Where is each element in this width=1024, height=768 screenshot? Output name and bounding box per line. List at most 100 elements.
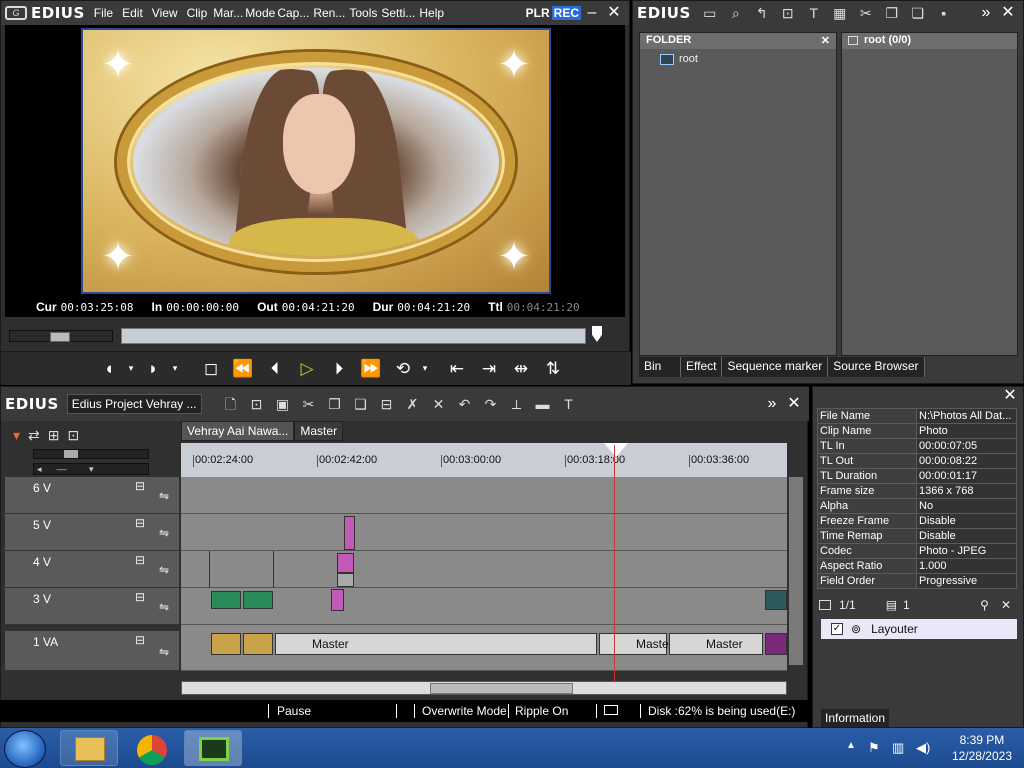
photo-clip[interactable] xyxy=(211,633,241,655)
flag-icon[interactable]: ⚑ xyxy=(868,740,880,756)
timeline-clip[interactable] xyxy=(331,589,344,611)
minimize-button[interactable]: – xyxy=(581,4,603,22)
paste-icon[interactable]: ❏ xyxy=(352,396,370,412)
track-patch-icon[interactable]: ⇋ xyxy=(159,645,169,659)
more-icon[interactable]: » xyxy=(975,4,997,22)
search-icon[interactable]: ⌕ xyxy=(727,5,745,21)
menu-tools[interactable]: Tools xyxy=(349,6,377,20)
paste-icon[interactable]: ❏ xyxy=(909,5,927,21)
folder-icon[interactable]: ▭ xyxy=(701,5,719,21)
track-patch-icon[interactable]: ⇋ xyxy=(159,563,169,577)
position-bar[interactable] xyxy=(121,326,602,344)
timeline-clip[interactable] xyxy=(337,553,354,573)
close-button[interactable]: ✕ xyxy=(603,4,625,22)
undo-icon[interactable]: ↶ xyxy=(456,396,474,412)
tracks-area[interactable]: Master Master Master xyxy=(181,477,787,671)
marker-icon[interactable]: ▬ xyxy=(534,396,552,412)
link-icon[interactable]: ⊞ xyxy=(48,427,60,444)
properties-icon[interactable]: ▪ xyxy=(935,5,953,21)
tab-bin[interactable]: Bin xyxy=(639,357,681,377)
title-icon[interactable]: T xyxy=(805,5,823,21)
step-back-icon[interactable]: ⏴ xyxy=(259,359,291,379)
track-visibility-icon[interactable]: ⊟ xyxy=(135,633,145,647)
timeline-clip[interactable] xyxy=(344,516,355,550)
set-in-icon[interactable]: ◖ xyxy=(93,359,125,379)
cut-icon[interactable]: ✂ xyxy=(300,396,318,412)
monitor-icon[interactable] xyxy=(604,705,618,715)
overwrite-icon[interactable]: ⇥ xyxy=(473,359,505,379)
folder-close-icon[interactable]: ✕ xyxy=(821,34,830,48)
shuttle-slider[interactable] xyxy=(9,330,113,342)
chrome-taskbar-button[interactable] xyxy=(122,730,180,766)
play-icon[interactable]: ▷ xyxy=(291,359,323,379)
track-mode-icon[interactable]: ▾ xyxy=(13,427,20,444)
track-patch-icon[interactable]: ⇋ xyxy=(159,600,169,614)
edius-taskbar-button[interactable] xyxy=(184,730,242,766)
set-in-dropdown-icon[interactable]: ▾ xyxy=(125,363,137,374)
zoom-slider[interactable] xyxy=(33,449,149,459)
taskbar-clock[interactable]: 8:39 PM 12/28/2023 xyxy=(952,732,1012,764)
track-visibility-icon[interactable]: ⊟ xyxy=(135,479,145,493)
menu-view[interactable]: View xyxy=(152,6,178,20)
network-icon[interactable]: ▥ xyxy=(892,740,904,756)
redo-icon[interactable]: ↷ xyxy=(482,396,500,412)
photo-clip[interactable] xyxy=(765,590,787,610)
split-icon[interactable]: ⇹ xyxy=(505,359,537,379)
replace-icon[interactable]: ⇅ xyxy=(537,359,569,379)
layouter-checkbox[interactable]: ✓ xyxy=(831,623,843,635)
volume-icon[interactable]: ◀) xyxy=(916,740,930,756)
scroll-thumb[interactable] xyxy=(430,683,573,694)
menu-help[interactable]: Help xyxy=(419,6,444,20)
photo-clip[interactable] xyxy=(243,633,273,655)
menu-mode[interactable]: Mode xyxy=(245,6,275,20)
cut-icon[interactable]: ✂ xyxy=(857,5,875,21)
track-patch-icon[interactable]: ⇋ xyxy=(159,489,169,503)
track-patch-icon[interactable]: ⇋ xyxy=(159,526,169,540)
menu-edit[interactable]: Edit xyxy=(122,6,143,20)
explorer-taskbar-button[interactable] xyxy=(60,730,118,766)
color-bar-icon[interactable]: ▦ xyxy=(831,5,849,21)
project-name[interactable]: Edius Project Vehray ... xyxy=(66,394,202,414)
start-button[interactable] xyxy=(4,730,46,768)
insert-icon[interactable]: ⇤ xyxy=(441,359,473,379)
new-sequence-icon[interactable]: 🗋 xyxy=(222,396,240,412)
stop-icon[interactable]: ◻ xyxy=(195,359,227,379)
timeline-clip[interactable] xyxy=(337,573,354,587)
add-clip-icon[interactable]: ⊡ xyxy=(779,5,797,21)
layouter-row[interactable]: ✓ ⊚ Layouter xyxy=(821,619,1017,639)
rec-toggle[interactable]: REC xyxy=(551,6,581,20)
track-4v[interactable] xyxy=(181,551,787,588)
delete-icon[interactable]: ✗ xyxy=(404,396,422,412)
status-overwrite[interactable]: Overwrite Mode xyxy=(422,704,507,718)
track-6v[interactable] xyxy=(181,477,787,514)
timeline-close-button[interactable]: ✕ xyxy=(783,395,805,413)
master-clip[interactable]: Master xyxy=(599,633,673,655)
timeline-ruler[interactable]: 00:02:24:00 00:02:42:00 00:03:00:00 00:0… xyxy=(181,443,787,477)
sync-icon[interactable]: ⇄ xyxy=(28,427,40,444)
tray-expand-icon[interactable]: ▲ xyxy=(846,740,856,751)
copy-icon[interactable]: ❐ xyxy=(326,396,344,412)
master-clip[interactable]: Master xyxy=(669,633,763,655)
set-out-dropdown-icon[interactable]: ▾ xyxy=(169,363,181,374)
photo-clip[interactable] xyxy=(211,591,241,609)
menu-settings[interactable]: Setti... xyxy=(381,6,415,20)
tab-source-browser[interactable]: Source Browser xyxy=(828,357,925,377)
up-folder-icon[interactable]: ↰ xyxy=(753,5,771,21)
timeline-vertical-scrollbar[interactable] xyxy=(789,477,803,665)
fast-forward-icon[interactable]: ⏩ xyxy=(355,359,387,379)
menu-clip[interactable]: Clip xyxy=(187,6,208,20)
track-visibility-icon[interactable]: ⊟ xyxy=(135,553,145,567)
loop-dropdown-icon[interactable]: ▾ xyxy=(419,363,431,374)
title-icon[interactable]: T xyxy=(560,396,578,412)
ripple-delete-icon[interactable]: ✕ xyxy=(430,396,448,412)
menu-file[interactable]: File xyxy=(94,6,113,20)
remove-effect-icon[interactable]: ✕ xyxy=(1001,598,1011,612)
loop-icon[interactable]: ⟲ xyxy=(387,359,419,379)
copy-icon[interactable]: ❐ xyxy=(883,5,901,21)
playhead-marker[interactable] xyxy=(592,326,602,342)
split-icon[interactable]: ⟂ xyxy=(508,396,526,412)
snap-icon[interactable]: ⊡ xyxy=(68,427,80,444)
track-3v[interactable] xyxy=(181,588,787,625)
save-icon[interactable]: ▣ xyxy=(274,396,292,412)
folder-root[interactable]: root xyxy=(660,53,698,65)
